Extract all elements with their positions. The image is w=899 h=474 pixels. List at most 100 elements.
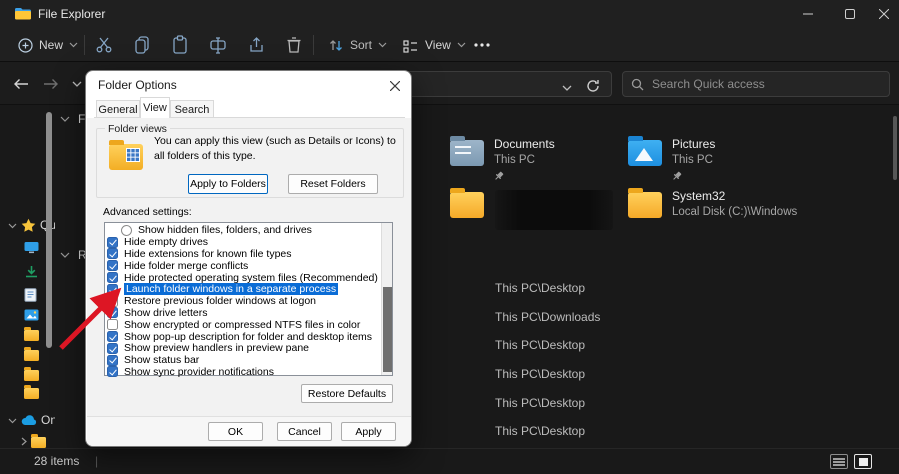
setting-row[interactable]: Hide protected operating system files (R… (107, 272, 378, 284)
recent-file-path[interactable]: This PC\Desktop (495, 396, 585, 411)
checkbox-checked[interactable] (107, 260, 118, 272)
setting-row[interactable]: Show encrypted or compressed NTFS files … (107, 319, 360, 331)
delete-icon (287, 37, 301, 53)
back-arrow-icon (14, 79, 28, 89)
paste-button[interactable] (164, 31, 198, 59)
search-input[interactable]: Search Quick access (622, 71, 890, 97)
checkbox-checked[interactable] (107, 354, 118, 366)
dialog-title: Folder Options (98, 78, 177, 92)
share-button[interactable] (240, 31, 274, 59)
large-icons-view-icon (858, 457, 868, 466)
chevron-down-icon[interactable] (8, 218, 17, 232)
advanced-settings-label: Advanced settings: (103, 206, 192, 218)
view-layout-icon (403, 39, 417, 53)
sidebar-item[interactable] (0, 365, 55, 385)
forward-button[interactable] (38, 71, 64, 97)
desktop-icon (24, 241, 39, 254)
sort-label: Sort (350, 38, 373, 52)
close-button[interactable] (862, 0, 899, 28)
window-title: File Explorer (38, 7, 106, 21)
setting-row[interactable]: Launch folder windows in a separate proc… (107, 283, 339, 296)
recent-file-path[interactable]: This PC\Desktop (495, 367, 585, 382)
pictures-folder-icon (628, 136, 662, 166)
restore-defaults-button[interactable]: Restore Defaults (301, 384, 393, 403)
sort-button[interactable]: Sort (322, 31, 393, 59)
sidebar-item-onedrive[interactable]: OneDrive (0, 410, 55, 430)
address-dropdown-button[interactable] (557, 78, 577, 98)
sidebar-scrollbar[interactable] (46, 112, 52, 348)
checkbox-checked[interactable] (107, 307, 118, 319)
minimize-icon (803, 13, 813, 15)
radio-unchecked[interactable] (121, 224, 132, 236)
delete-button[interactable] (278, 31, 312, 59)
tab-general[interactable]: General (96, 100, 140, 118)
folder-tile-documents[interactable]: Documents This PC (450, 136, 625, 184)
cancel-button[interactable]: Cancel (277, 422, 332, 441)
checkbox-unchecked[interactable] (107, 295, 118, 307)
copy-button[interactable] (126, 31, 160, 59)
setting-row[interactable]: Show drive letters (107, 307, 207, 319)
ok-button[interactable]: OK (208, 422, 263, 441)
folder-tile-system32[interactable]: System32 Local Disk (C:)\Windows (628, 188, 803, 236)
rename-button[interactable] (202, 31, 236, 59)
new-button[interactable]: New (12, 31, 84, 59)
content-scrollbar[interactable] (893, 116, 897, 180)
checkbox-checked[interactable] (107, 248, 118, 260)
toolbar-divider (84, 35, 85, 55)
tab-view[interactable]: View (140, 97, 170, 118)
checkbox-checked[interactable] (107, 283, 118, 295)
folder-icon (24, 326, 39, 341)
dialog-close-button[interactable] (382, 74, 408, 98)
recent-file-path[interactable]: This PC\Downloads (495, 310, 600, 325)
checkbox-unchecked[interactable] (107, 319, 118, 331)
cut-button[interactable] (88, 31, 122, 59)
checkbox-checked[interactable] (107, 236, 118, 248)
tab-search[interactable]: Search (170, 100, 214, 118)
apply-to-folders-button[interactable]: Apply to Folders (188, 174, 268, 194)
back-button[interactable] (8, 71, 34, 97)
list-scrollbar[interactable] (381, 223, 392, 375)
reset-folders-button[interactable]: Reset Folders (288, 174, 378, 194)
setting-row[interactable]: Hide extensions for known file types (107, 248, 292, 260)
view-button[interactable]: View (396, 31, 472, 59)
view-tab-page: Folder views You can apply this view (su… (87, 118, 411, 416)
checkbox-checked[interactable] (107, 272, 118, 284)
chevron-down-icon (60, 252, 70, 258)
checkbox-checked[interactable] (107, 331, 118, 343)
setting-row[interactable]: Show pop-up description for folder and d… (107, 331, 372, 343)
setting-row[interactable]: Show preview handlers in preview pane (107, 342, 309, 354)
chevron-right-icon[interactable] (21, 435, 27, 448)
tile-name: Documents (494, 137, 555, 151)
recent-file-path[interactable]: This PC\Desktop (495, 424, 585, 439)
chevron-down-icon[interactable] (8, 413, 17, 427)
sidebar-item[interactable] (0, 383, 55, 403)
checkbox-checked[interactable] (107, 366, 118, 378)
toolbar-divider (313, 35, 314, 55)
setting-row[interactable]: Hide empty drives (107, 236, 208, 248)
folder-icon (450, 188, 484, 218)
list-scrollbar-thumb[interactable] (383, 287, 392, 372)
setting-row[interactable]: Restore previous folder windows at logon (107, 295, 316, 307)
setting-row[interactable]: Show sync provider notifications (107, 366, 274, 378)
more-options-button[interactable] (468, 31, 496, 59)
sidebar-item[interactable] (0, 432, 55, 448)
app-folder-icon (15, 8, 31, 20)
details-view-toggle[interactable] (830, 454, 848, 469)
recent-file-path[interactable]: This PC\Desktop (495, 281, 585, 296)
setting-row[interactable]: Hide folder merge conflicts (107, 260, 248, 272)
recent-file-path[interactable]: This PC\Desktop (495, 338, 585, 353)
refresh-button[interactable] (583, 76, 603, 96)
chevron-down-icon (60, 116, 70, 122)
setting-row[interactable]: Show hidden files, folders, and drives (121, 224, 312, 236)
sidebar-item[interactable] (0, 345, 55, 365)
large-icons-view-toggle[interactable] (854, 454, 872, 469)
checkbox-checked[interactable] (107, 342, 118, 354)
items-count: 28 items (34, 454, 80, 468)
apply-button[interactable]: Apply (341, 422, 396, 441)
minimize-button[interactable] (786, 0, 830, 28)
plus-circle-icon (18, 37, 33, 53)
dialog-footer: OK Cancel Apply (87, 416, 411, 446)
setting-row[interactable]: Show status bar (107, 354, 199, 366)
copy-icon (135, 36, 149, 54)
folder-tile-pictures[interactable]: Pictures This PC (628, 136, 803, 184)
